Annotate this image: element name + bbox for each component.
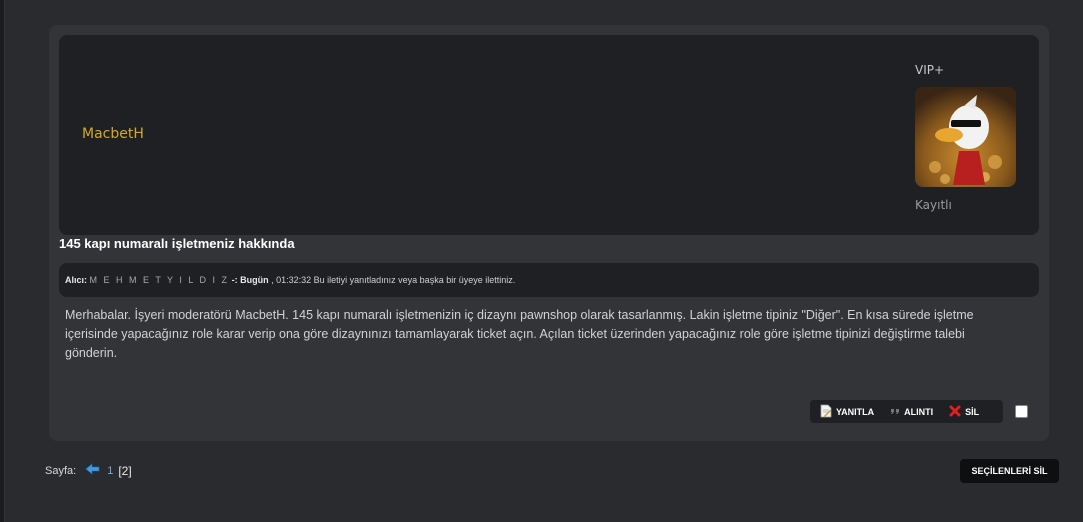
post-actions: YANITLA ALINTI SİL xyxy=(810,400,1003,423)
author-profile-card: MacbetH VIP+ Kayıtlı xyxy=(59,35,1039,235)
document-pencil-icon xyxy=(820,404,832,420)
quote-button[interactable]: ALINTI xyxy=(890,406,933,418)
author-rank: VIP+ xyxy=(915,63,945,77)
recipient-label: Alıcı: xyxy=(65,275,88,285)
pagination: Sayfa: 1 [2] xyxy=(45,463,132,478)
message-body: Merhabalar. İşyeri moderatörü MacbetH. 1… xyxy=(65,308,974,360)
page-link-1[interactable]: 1 xyxy=(107,465,113,477)
meta-date: Bugün xyxy=(240,275,269,285)
meta-separator: -: xyxy=(231,275,241,285)
avatar-image xyxy=(915,87,1016,187)
message-meta-bar: Alıcı: M E H M E T Y I L D I Z -: Bugün … xyxy=(59,263,1039,297)
meta-time-status: , 01:32:32 Bu iletiyi yanıtladınız veya … xyxy=(271,275,516,285)
quote-icon xyxy=(890,406,900,418)
delete-label: SİL xyxy=(965,406,980,417)
reply-button[interactable]: YANITLA xyxy=(820,404,874,420)
select-message-checkbox[interactable] xyxy=(1015,405,1028,418)
delete-selected-button[interactable]: SEÇİLENLERİ SİL xyxy=(960,459,1059,483)
red-x-icon xyxy=(949,405,961,419)
avatar[interactable] xyxy=(915,87,1016,187)
recipient-name[interactable]: M E H M E T Y I L D I Z xyxy=(90,275,230,285)
registration-status: Kayıtlı xyxy=(915,198,952,212)
message-panel: MacbetH VIP+ Kayıtlı 145 kapı numaralı i… xyxy=(49,25,1049,441)
blue-left-arrow-icon[interactable] xyxy=(85,463,100,478)
current-page: [2] xyxy=(118,463,132,478)
pagination-label: Sayfa: xyxy=(45,464,77,477)
author-username[interactable]: MacbetH xyxy=(82,126,144,142)
reply-label: YANITLA xyxy=(836,406,875,417)
delete-button[interactable]: SİL xyxy=(949,405,979,419)
page-frame: MacbetH VIP+ Kayıtlı 145 kapı numaralı i… xyxy=(4,0,1083,522)
quote-label: ALINTI xyxy=(904,406,934,417)
message-subject: 145 kapı numaralı işletmeniz hakkında xyxy=(59,236,295,251)
